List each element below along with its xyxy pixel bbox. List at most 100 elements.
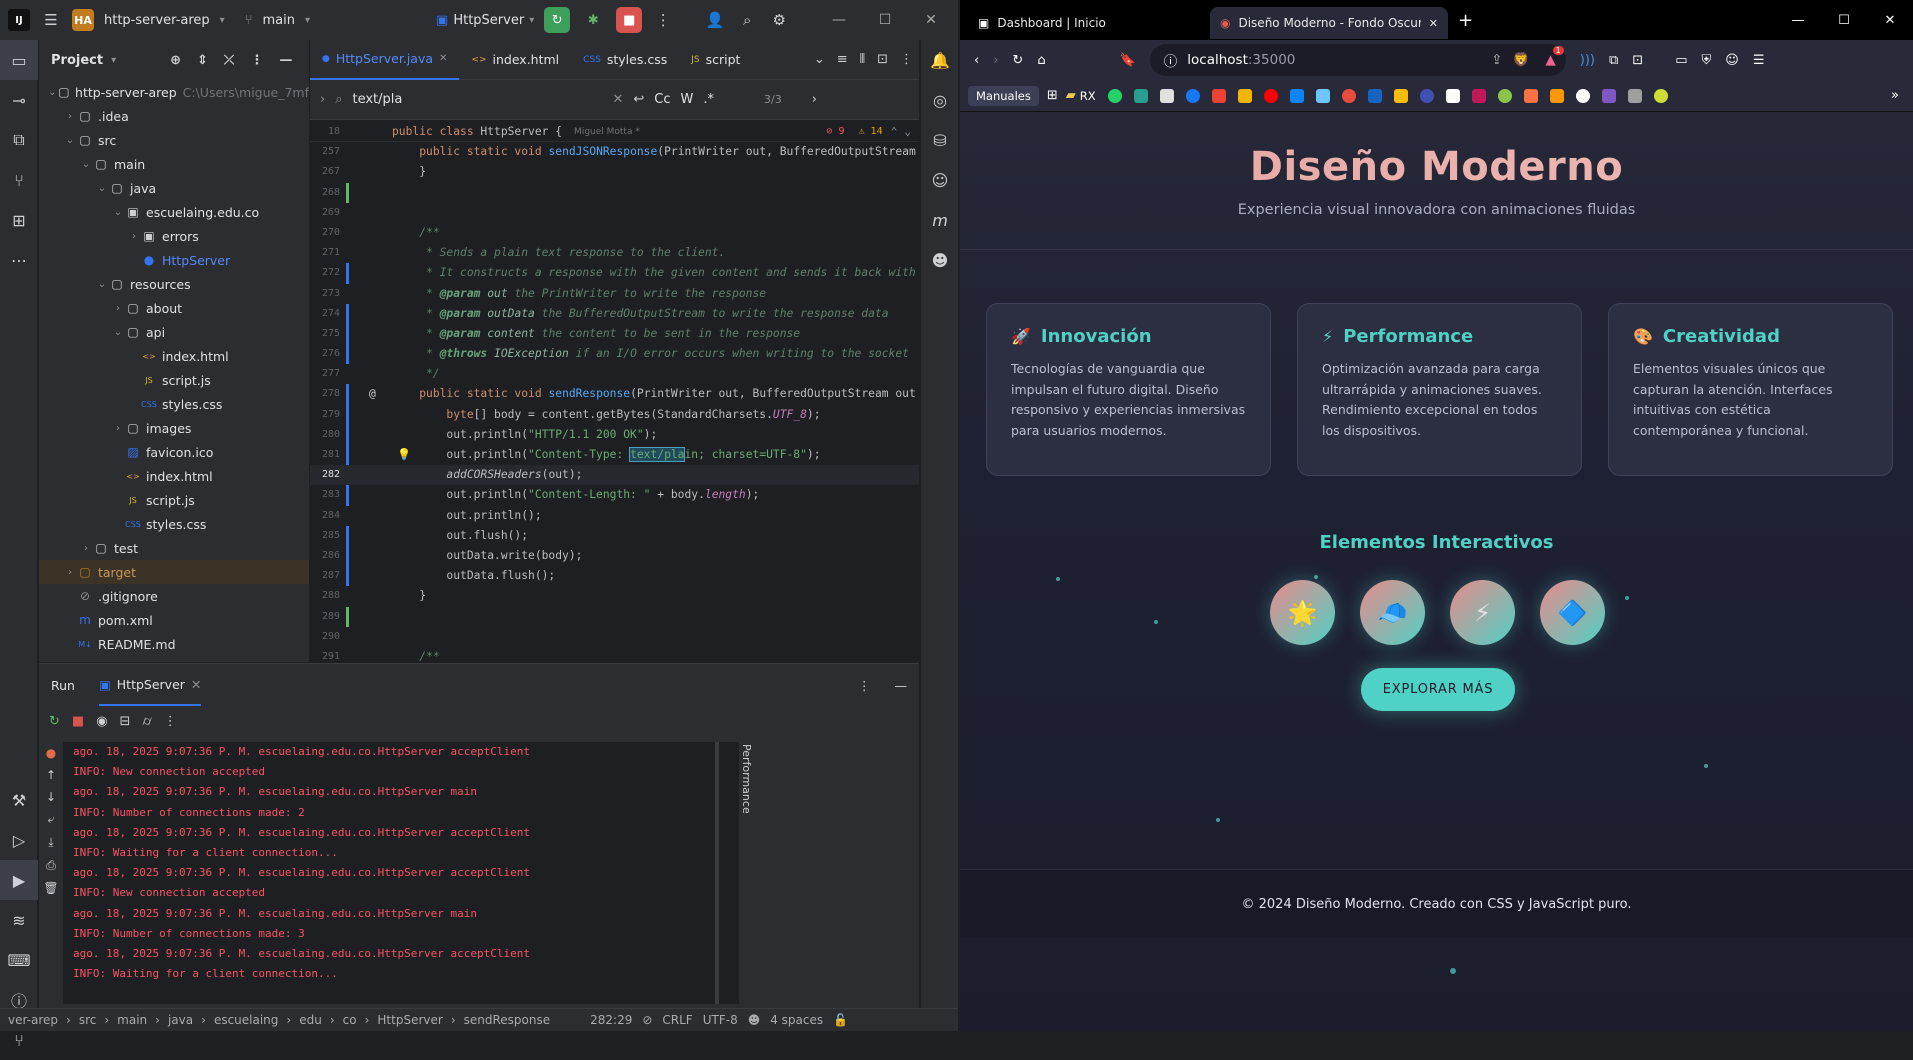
interactive-bubble[interactable]: 🌟	[1270, 580, 1335, 645]
code-area[interactable]: 18 public class HttpServer { Miguel Mott…	[310, 122, 919, 662]
tree-item[interactable]: › ▢ target	[39, 560, 309, 584]
chevron-down-icon[interactable]: ⌄	[95, 183, 109, 194]
code-line[interactable]: 272 * It constructs a response with the …	[310, 263, 919, 284]
vpn-icon[interactable]: ⛨	[1701, 53, 1711, 68]
code-line[interactable]: 284 out.println();	[310, 506, 919, 526]
restore-icon[interactable]: ⌭	[142, 714, 151, 729]
code-line[interactable]: 291 /**	[310, 647, 919, 662]
tree-item[interactable]: <> index.html	[39, 464, 309, 488]
bookmark-icon[interactable]	[1419, 88, 1434, 103]
copilot-chat-icon[interactable]: ☻	[921, 240, 959, 280]
bookmark-icon[interactable]	[1601, 88, 1616, 103]
branch-name[interactable]: main	[263, 13, 295, 28]
bookmark-icon[interactable]	[1341, 88, 1356, 103]
tree-item[interactable]: JS script.js	[39, 488, 309, 512]
wallet-signal-icon[interactable]: )))	[1580, 53, 1595, 68]
gutter[interactable]	[346, 203, 392, 223]
add-user-icon[interactable]: 👤	[704, 9, 726, 31]
gutter[interactable]	[346, 566, 392, 587]
gutter[interactable]	[346, 303, 392, 324]
breadcrumb-item[interactable]: escuelaing	[214, 1013, 278, 1027]
gutter[interactable]	[346, 223, 392, 243]
console-output[interactable]: ago. 18, 2025 9:07:36 P. M. escuelaing.e…	[63, 742, 739, 1004]
bookmark-icon[interactable]	[1653, 88, 1668, 103]
extensions-icon[interactable]: ⧉	[1609, 53, 1618, 68]
project-badge[interactable]: HA	[72, 9, 94, 31]
services-tool-icon[interactable]: ▷	[0, 820, 38, 860]
gutter[interactable]	[346, 243, 392, 263]
bookmark-icon[interactable]	[1185, 88, 1200, 103]
tree-item[interactable]: JS script.js	[39, 368, 309, 392]
code-line[interactable]: 279 byte[] body = content.getBytes(Stand…	[310, 404, 919, 425]
gutter[interactable]	[346, 647, 392, 662]
run-tab[interactable]: ▣ HttpServer ✕	[98, 664, 202, 706]
expand-find-icon[interactable]: ›	[320, 92, 325, 107]
tree-item[interactable]: › ▣ errors	[39, 224, 309, 248]
gear-icon[interactable]: ⚙	[768, 9, 790, 31]
breadcrumb-item[interactable]: src	[79, 1013, 97, 1027]
close-button[interactable]: ✕	[908, 0, 954, 40]
close-button[interactable]: ✕	[1867, 13, 1913, 28]
gutter[interactable]	[346, 284, 392, 304]
bookmark-icon[interactable]	[1497, 88, 1512, 103]
editor-tab[interactable]: JS script	[679, 40, 752, 80]
split-icon[interactable]: ⫴	[854, 52, 871, 67]
interactive-bubble[interactable]: ⚡	[1450, 580, 1515, 645]
tree-item[interactable]: › ▢ images	[39, 416, 309, 440]
chevron-down-icon[interactable]: ⌄	[47, 87, 58, 98]
new-tab-button[interactable]: +	[1458, 10, 1473, 31]
run-tool-icon[interactable]: ▶	[0, 860, 38, 900]
gutter[interactable]	[346, 323, 392, 345]
reload-icon[interactable]: ↻	[1012, 53, 1023, 68]
bookmark-icon[interactable]	[1237, 88, 1252, 103]
code-line[interactable]: 274 * @param outData the BufferedOutputS…	[310, 303, 919, 324]
profile-icon[interactable]: ☺	[1725, 53, 1739, 68]
bookmark-icon[interactable]	[1393, 88, 1408, 103]
gutter[interactable]	[346, 586, 392, 606]
menu-icon[interactable]: ☰	[1753, 53, 1765, 68]
close-icon[interactable]: ✕	[439, 53, 447, 64]
gutter[interactable]	[346, 162, 392, 182]
camera-icon[interactable]: ◉	[96, 714, 107, 729]
bookmark-rx[interactable]: RX	[1080, 89, 1096, 103]
locate-icon[interactable]: ⊕	[170, 53, 181, 68]
tree-item[interactable]: <> index.html	[39, 344, 309, 368]
tree-item[interactable]: ⌄ ▣ escuelaing.edu.co	[39, 200, 309, 224]
code-line[interactable]: 270 /**	[310, 223, 919, 243]
brave-shield-icon[interactable]: 🦁	[1513, 52, 1530, 68]
code-line[interactable]: 280 out.println("HTTP/1.1 200 OK");	[310, 424, 919, 445]
editor-tab[interactable]: ● HttpServer.java ✕	[310, 40, 460, 80]
run-config-selector[interactable]: ▣ HttpServer ▾	[436, 13, 534, 28]
chevron-right-icon[interactable]: ›	[63, 111, 77, 122]
bookmark-manuales[interactable]: Manuales	[968, 85, 1039, 106]
chevron-right-icon[interactable]: ›	[111, 303, 125, 314]
no-inspections-icon[interactable]: ⊘	[642, 1013, 652, 1027]
console-scrollbar[interactable]	[715, 742, 719, 1004]
editor-tab[interactable]: <> index.html	[459, 40, 571, 80]
notifications-icon[interactable]: 🔔	[921, 40, 959, 80]
commit-tool-icon[interactable]: ⊸	[0, 80, 38, 120]
minimize-button[interactable]: —	[1775, 13, 1821, 28]
bookmark-icon[interactable]	[1549, 88, 1564, 103]
bookmark-icon[interactable]	[1133, 88, 1148, 103]
tree-item[interactable]: ⊘ .gitignore	[39, 584, 309, 608]
gutter[interactable]: 💡	[346, 445, 411, 466]
code-line[interactable]: 273 * @param out the PrintWriter to writ…	[310, 284, 919, 304]
lock-icon[interactable]: 🔓	[833, 1013, 848, 1027]
maven-icon[interactable]: m	[921, 200, 959, 240]
interactive-bubble[interactable]: 🧢	[1360, 580, 1425, 645]
list-icon[interactable]: ≡	[831, 52, 854, 67]
whole-word-toggle[interactable]: W	[681, 92, 694, 107]
stop-icon[interactable]: ■	[72, 714, 84, 729]
code-line[interactable]: 269	[310, 203, 919, 223]
bookmark-icon[interactable]	[1575, 88, 1590, 103]
regex-toggle[interactable]: .*	[703, 92, 714, 107]
breadcrumb-item[interactable]: sendResponse	[464, 1013, 551, 1027]
hamburger-menu-icon[interactable]: ☰	[40, 9, 62, 31]
more-icon[interactable]: ⋮	[652, 9, 674, 31]
tree-item[interactable]: ⌄ ▢ resources	[39, 272, 309, 296]
rerun-button[interactable]: ↻	[544, 7, 571, 33]
collapse-icon[interactable]: ⤫	[224, 53, 234, 68]
screenshot-icon[interactable]: ⊡	[1632, 53, 1643, 68]
tree-item[interactable]: CSS styles.css	[39, 392, 309, 416]
